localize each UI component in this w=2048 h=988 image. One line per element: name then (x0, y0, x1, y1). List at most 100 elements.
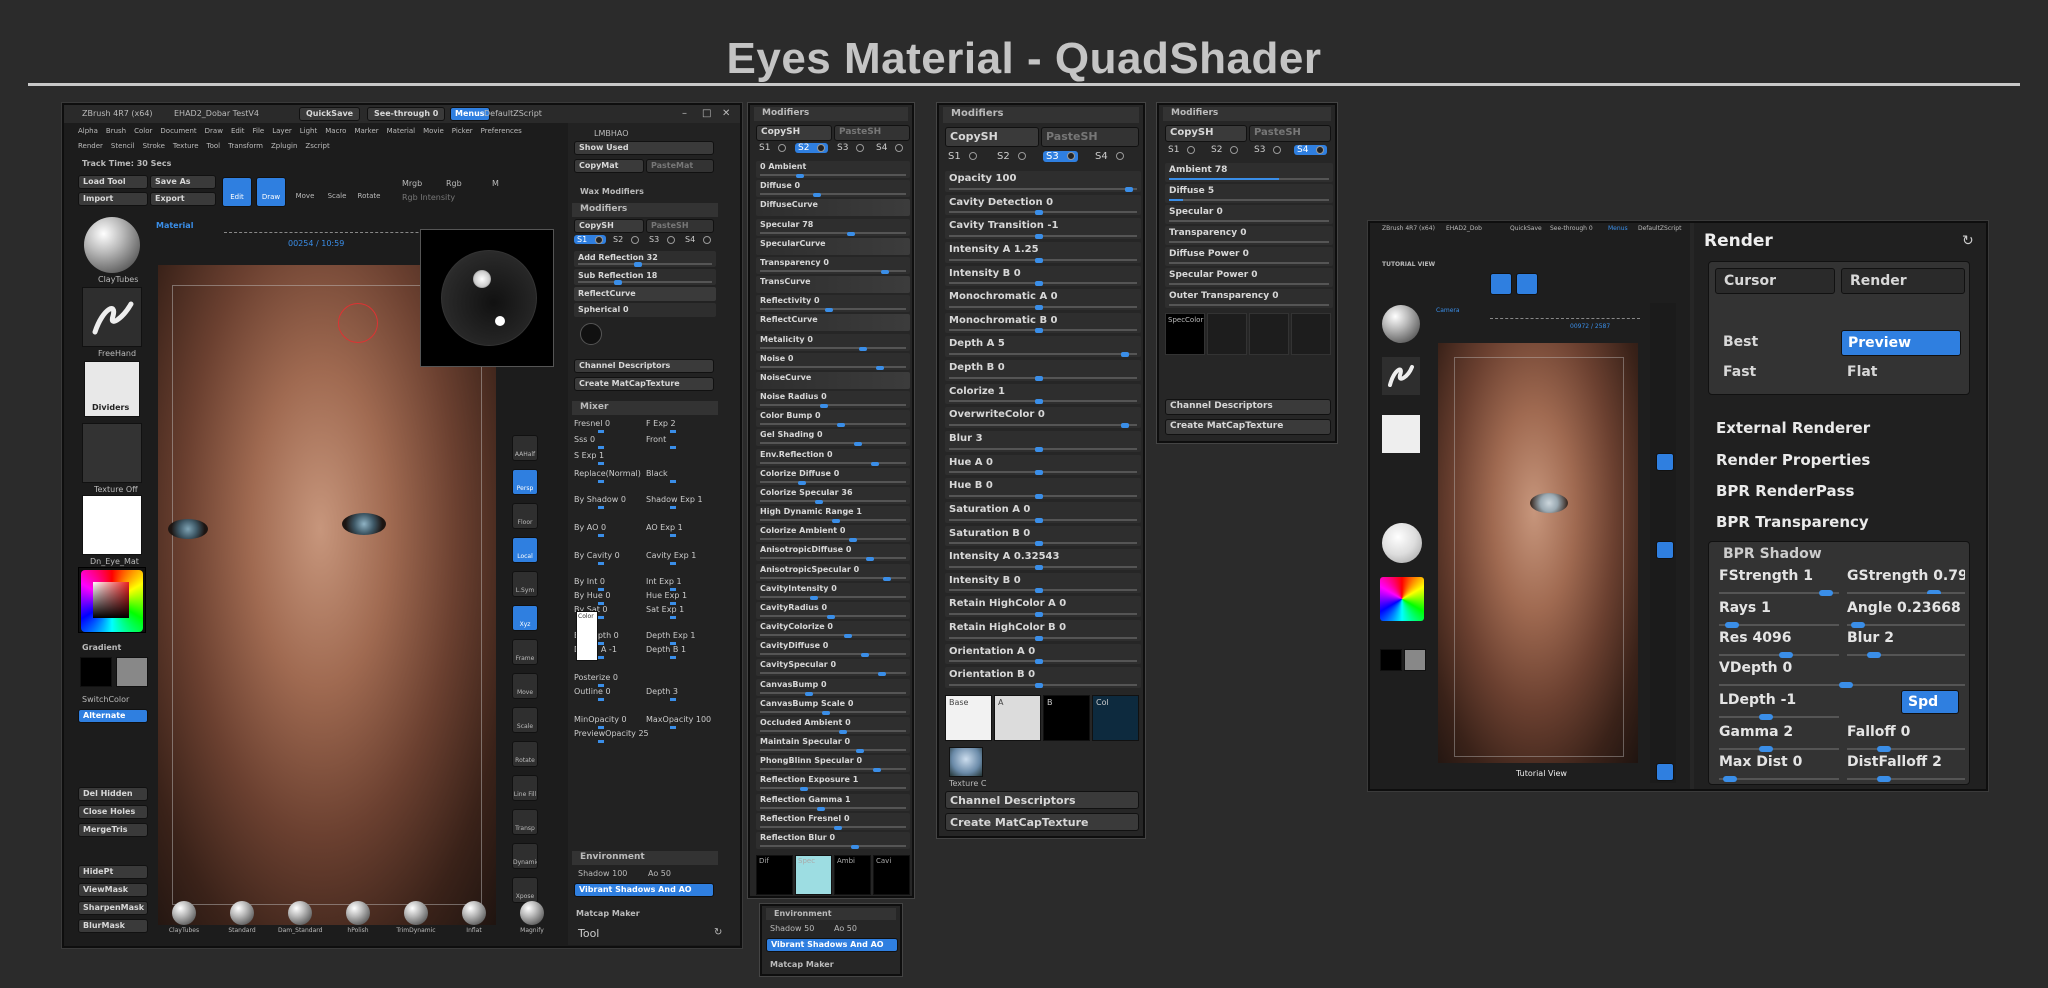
modifier-slider[interactable]: Diffuse 5 (1165, 184, 1333, 203)
menu-item[interactable]: File (253, 127, 265, 139)
mini-color-picker[interactable] (1380, 577, 1424, 621)
modifier-slider[interactable]: Colorize 1 (945, 383, 1141, 405)
mixer-slider[interactable]: Shadow Exp 1 (646, 495, 714, 509)
curve-row[interactable]: NoiseCurve (756, 371, 910, 389)
quicksave-button[interactable]: QuickSave (299, 107, 361, 121)
modifiers-header[interactable]: Modifiers (943, 107, 1139, 123)
modifier-slider[interactable]: Monochromatic A 0 (945, 289, 1141, 310)
menu-item[interactable]: Layer (272, 127, 292, 139)
modifier-slider[interactable]: AnisotropicDiffuse 0 (756, 544, 910, 562)
modifier-slider[interactable]: Color Bump 0 (756, 410, 910, 428)
paste-sh-button[interactable]: PasteSH (1041, 127, 1139, 147)
rotate-button[interactable]: Rotate (354, 177, 384, 207)
modifier-slider[interactable]: Specular 78 (756, 218, 910, 236)
edit-button[interactable]: Edit (222, 177, 252, 207)
mixer-slider[interactable]: By Hue 0 (574, 591, 642, 605)
channel-swatch[interactable]: Ambi (834, 855, 871, 895)
ao-slider[interactable]: Ao 50 (648, 869, 671, 878)
mixer-slider[interactable]: Front (646, 435, 714, 449)
show-used-button[interactable]: Show Used (574, 141, 714, 155)
menu-item[interactable]: Color (134, 127, 152, 139)
mini-see-through[interactable]: See-through 0 (1550, 225, 1593, 232)
mixer-slider[interactable]: By Shadow 0 (574, 495, 642, 509)
brush-item[interactable]: Standard (220, 901, 264, 941)
create-matcap-button[interactable]: Create MatCapTexture (945, 813, 1139, 831)
modifier-slider[interactable]: CavityColorize 0 (756, 621, 910, 639)
gstrength-slider[interactable]: GStrength 0.79 (1847, 568, 1965, 594)
create-matcap-button[interactable]: Create MatCapTexture (574, 377, 714, 391)
mixer-slider[interactable]: Depth Exp 1 (646, 631, 714, 645)
mixer-slider[interactable]: Black (646, 469, 714, 483)
mixer-slider[interactable]: AO Exp 1 (646, 523, 714, 537)
minimize-icon[interactable]: – (682, 108, 687, 119)
modifier-slider[interactable]: Transparency 0 (756, 256, 910, 274)
fast-button[interactable]: Fast (1715, 360, 1835, 386)
shader-tab-3[interactable]: S3 (1043, 151, 1078, 162)
rays-slider[interactable]: Rays 1 (1719, 600, 1839, 628)
shader-tab-4[interactable]: S4 (873, 143, 906, 153)
dist-falloff-slider[interactable]: DistFalloff 2 (1847, 754, 1965, 782)
bpr-shadow-header[interactable]: BPR Shadow (1723, 546, 1822, 562)
mini-local-button[interactable] (1656, 541, 1674, 559)
tool-button-13[interactable]: Xpose (512, 877, 538, 903)
merge-tris-button[interactable]: MergeTris (78, 823, 148, 837)
mixer-slider[interactable]: Fresnel 0 (574, 419, 642, 433)
rgb-button[interactable]: Rgb (446, 179, 462, 188)
modifier-slider[interactable]: Depth A 5 (945, 336, 1141, 358)
flat-button[interactable]: Flat (1841, 360, 1961, 386)
menu-item[interactable]: Stencil (111, 142, 135, 154)
curve-row[interactable]: TransCurve (756, 276, 910, 294)
tool-button-2[interactable]: Floor (512, 503, 538, 529)
del-hidden-button[interactable]: Del Hidden (78, 787, 148, 801)
shader-tab-3[interactable]: S3 (1251, 145, 1284, 155)
ldepth-slider[interactable]: LDepth -1 (1719, 692, 1839, 720)
channel-descriptors-button[interactable]: Channel Descriptors (574, 359, 714, 373)
mixer-slider[interactable]: Hue Exp 1 (646, 591, 714, 605)
modifier-slider[interactable]: Saturation B 0 (945, 525, 1141, 547)
modifier-slider[interactable]: Maintain Specular 0 (756, 736, 910, 754)
render-button[interactable]: Render (1841, 268, 1965, 294)
mixer-slider[interactable]: By AO 0 (574, 523, 642, 537)
curve-row[interactable]: DiffuseCurve (756, 199, 910, 217)
alternate-button[interactable]: Alternate (78, 709, 148, 723)
modifier-slider[interactable]: Opacity 100 (945, 171, 1141, 192)
modifiers-header[interactable]: Modifiers (754, 107, 908, 121)
tool-button-11[interactable]: Transp (512, 809, 538, 835)
brush-item[interactable]: Magnify (510, 901, 554, 941)
tool-button-4[interactable]: L.Sym (512, 571, 538, 597)
shader-tab-1[interactable]: S1 (574, 235, 607, 244)
shader-tab-2[interactable]: S2 (994, 151, 1029, 162)
mini-persp-button[interactable] (1656, 453, 1674, 471)
shader-tab-2[interactable]: S2 (795, 143, 829, 153)
texture-off-icon[interactable] (82, 423, 142, 483)
scale-button[interactable]: Scale (322, 177, 352, 207)
spec-color-slot[interactable] (1291, 313, 1331, 355)
mini-alpha-icon[interactable] (1382, 415, 1420, 453)
spherical-slider[interactable]: Spherical 0 (574, 303, 716, 317)
sharpen-mask-button[interactable]: SharpenMask (78, 901, 148, 915)
mixer-slider[interactable]: Sat Exp 1 (646, 605, 714, 619)
best-button[interactable]: Best (1715, 330, 1835, 356)
menu-item[interactable]: Document (160, 127, 196, 139)
curve-thumbnail[interactable] (580, 323, 602, 345)
close-icon[interactable]: ✕ (722, 108, 730, 119)
tool-button-7[interactable]: Move (512, 673, 538, 699)
paste-sh-button[interactable]: PasteSH (1249, 125, 1331, 142)
hide-pt-button[interactable]: HidePt (78, 865, 148, 879)
channel-swatch[interactable]: Base (945, 695, 992, 741)
menu-item[interactable]: Stroke (143, 142, 165, 154)
render-title[interactable]: Render (1704, 231, 1773, 251)
modifier-slider[interactable]: Reflection Blur 0 (756, 831, 910, 849)
menu-item[interactable]: Texture (173, 142, 199, 154)
blur-mask-button[interactable]: BlurMask (78, 919, 148, 933)
curve-row[interactable]: SpecularCurve (756, 237, 910, 255)
modifier-slider[interactable]: Transparency 0 (1165, 226, 1333, 245)
claytubes-brush-icon[interactable] (84, 217, 140, 273)
modifier-slider[interactable]: Intensity B 0 (945, 572, 1141, 594)
mini-timeline[interactable] (1490, 311, 1640, 319)
modifier-slider[interactable]: CanvasBump 0 (756, 678, 910, 696)
brush-item[interactable]: Inflat (452, 901, 496, 941)
res-slider[interactable]: Res 4096 (1719, 630, 1839, 658)
modifier-slider[interactable]: Cavity Detection 0 (945, 194, 1141, 216)
modifier-slider[interactable]: Retain HighColor A 0 (945, 596, 1141, 618)
